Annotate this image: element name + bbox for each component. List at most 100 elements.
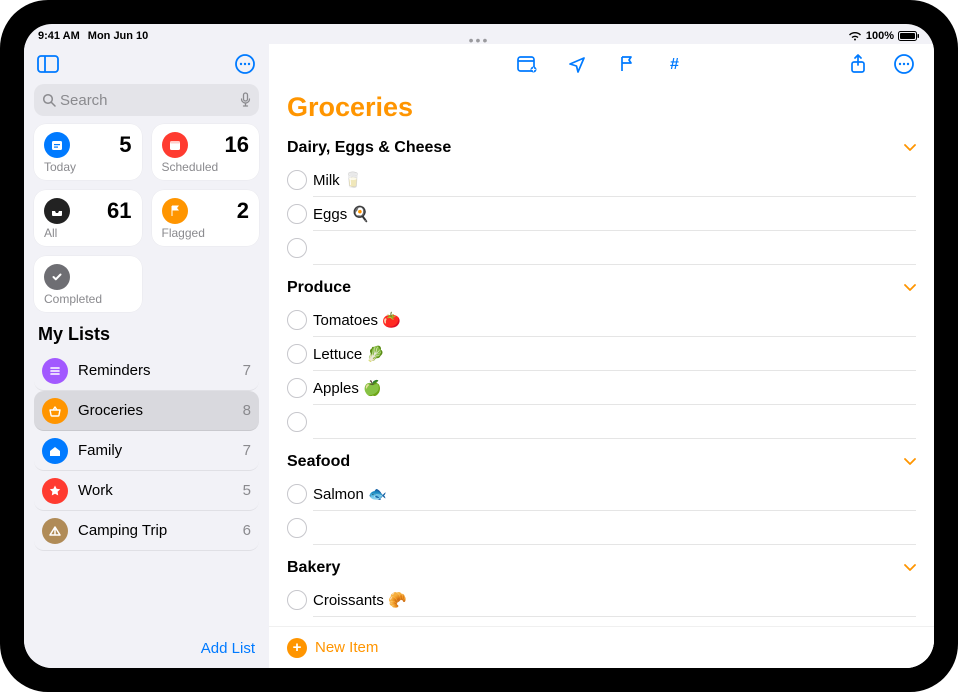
list-name: Work [78,482,113,499]
smart-list-flagged[interactable]: 2 Flagged [152,190,260,246]
reminder-item[interactable]: Tomatoes 🍅 [313,303,916,337]
chevron-down-icon [904,144,916,152]
sidebar-list-work[interactable]: Work 5 [34,471,259,511]
dictate-icon[interactable] [240,92,251,108]
multitask-dots-icon[interactable]: ••• [469,32,490,48]
today-label: Today [44,160,132,174]
tray-icon [44,198,70,224]
reminder-item[interactable]: Lettuce 🥬 [313,337,916,371]
reminder-title: Tomatoes 🍅 [313,311,401,329]
flag-button[interactable] [613,50,641,78]
smart-list-completed[interactable]: Completed [34,256,142,312]
list-name: Family [78,442,122,459]
section-header[interactable]: Seafood [287,447,916,477]
more-button[interactable] [890,50,918,78]
list-count: 6 [243,522,251,539]
complete-toggle[interactable] [287,204,307,224]
battery-percent: 100% [866,30,894,42]
sidebar-list-reminders[interactable]: Reminders7 [34,351,259,391]
chevron-down-icon [904,564,916,572]
section-header[interactable]: Produce [287,273,916,303]
search-input[interactable]: Search [34,84,259,116]
reminder-title: Lettuce 🥬 [313,345,385,363]
reminder-item[interactable]: Salmon 🐟 [313,477,916,511]
complete-toggle[interactable] [287,412,307,432]
list-name: Reminders [78,362,151,379]
today-count: 5 [119,132,131,158]
section-bakery: Bakery Croissants 🥐 [287,553,916,617]
list-count: 7 [243,442,251,459]
list-icon [42,398,68,424]
complete-toggle[interactable] [287,378,307,398]
complete-toggle[interactable] [287,518,307,538]
complete-toggle[interactable] [287,344,307,364]
sidebar-more-button[interactable] [231,50,259,78]
checkmark-icon [44,264,70,290]
section-seafood: Seafood Salmon 🐟 [287,447,916,545]
svg-text:#: # [670,56,679,73]
list-count: 5 [243,482,251,499]
my-lists-heading: My Lists [24,312,269,351]
list-name: Camping Trip [78,522,167,539]
section-title: Bakery [287,559,340,577]
completed-label: Completed [44,292,132,306]
status-date: Mon Jun 10 [88,30,149,42]
scheduled-label: Scheduled [162,160,250,174]
section-header[interactable]: Bakery [287,553,916,583]
sidebar: Search 5 Today [24,44,269,668]
reminder-title: Salmon 🐟 [313,485,387,503]
device-frame: ••• 9:41 AM Mon Jun 10 100% [0,0,958,692]
smart-list-today[interactable]: 5 Today [34,124,142,180]
section-produce: Produce Tomatoes 🍅 Lettuce 🥬 Apples 🍏 [287,273,916,439]
section-dairy-eggs-cheese: Dairy, Eggs & Cheese Milk 🥛 Eggs 🍳 [287,133,916,265]
calendar-today-icon [44,132,70,158]
reminder-item[interactable]: Eggs 🍳 [313,197,916,231]
complete-toggle[interactable] [287,484,307,504]
new-item-button[interactable]: New Item [315,639,378,656]
reminder-item[interactable]: Croissants 🥐 [313,583,916,617]
reminder-item[interactable] [313,405,916,439]
reminder-item[interactable] [313,511,916,545]
location-button[interactable] [563,50,591,78]
screen: ••• 9:41 AM Mon Jun 10 100% [24,24,934,668]
reminder-item[interactable] [313,231,916,265]
section-title: Dairy, Eggs & Cheese [287,139,451,157]
complete-toggle[interactable] [287,590,307,610]
plus-icon: + [287,638,307,658]
list-count: 8 [243,402,251,419]
smart-list-scheduled[interactable]: 16 Scheduled [152,124,260,180]
reminder-title: Milk 🥛 [313,171,363,189]
all-count: 61 [107,198,131,224]
toggle-sidebar-button[interactable] [34,50,62,78]
status-time: 9:41 AM [38,30,80,42]
wifi-icon [848,31,862,41]
sidebar-list-camping-trip[interactable]: Camping Trip 6 [34,511,259,551]
search-icon [42,93,56,107]
sidebar-list-family[interactable]: Family 7 [34,431,259,471]
battery-icon [898,31,920,41]
flag-icon [162,198,188,224]
complete-toggle[interactable] [287,170,307,190]
flagged-label: Flagged [162,226,250,240]
reminder-title: Eggs 🍳 [313,205,370,223]
list-icon [42,518,68,544]
smart-list-all[interactable]: 61 All [34,190,142,246]
add-list-button[interactable]: Add List [201,640,255,657]
calendar-icon [162,132,188,158]
list-name: Groceries [78,402,143,419]
list-icon [42,358,68,384]
section-header[interactable]: Dairy, Eggs & Cheese [287,133,916,163]
reminder-title: Croissants 🥐 [313,591,407,609]
new-reminder-with-details-button[interactable] [513,50,541,78]
reminder-item[interactable]: Apples 🍏 [313,371,916,405]
tags-button[interactable]: # [663,50,691,78]
share-button[interactable] [844,50,872,78]
complete-toggle[interactable] [287,238,307,258]
sidebar-list-groceries[interactable]: Groceries 8 [34,391,259,431]
section-title: Seafood [287,453,350,471]
reminder-item[interactable]: Milk 🥛 [313,163,916,197]
complete-toggle[interactable] [287,310,307,330]
list-icon [42,478,68,504]
chevron-down-icon [904,458,916,466]
list-title: Groceries [269,84,934,133]
